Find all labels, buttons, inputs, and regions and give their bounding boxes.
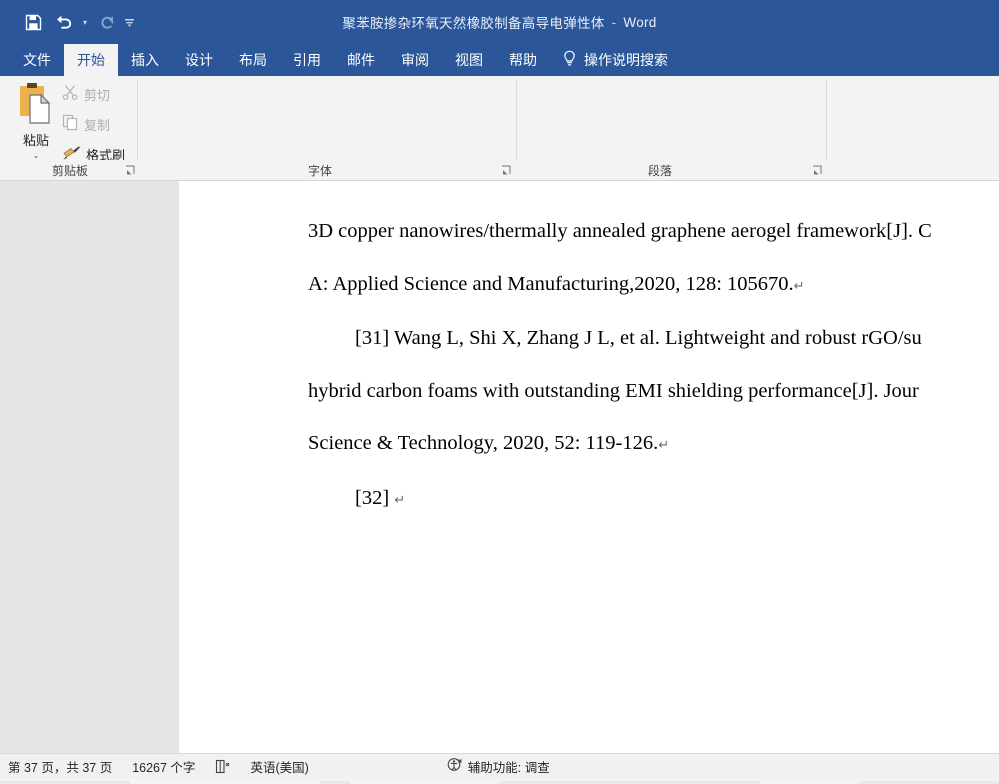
redo-icon bbox=[92, 7, 122, 37]
tab-references[interactable]: 引用 bbox=[280, 44, 334, 76]
group-label-paragraph: 段落 bbox=[610, 160, 710, 181]
tab-home[interactable]: 开始 bbox=[64, 44, 118, 76]
copy-button: 复制 bbox=[62, 113, 110, 135]
cut-label: 剪切 bbox=[84, 85, 110, 104]
proofing-errors-icon[interactable] bbox=[205, 754, 240, 779]
doc-paragraph-2: A: Applied Science and Manufacturing,202… bbox=[308, 258, 999, 313]
clipboard-dialog-launcher[interactable] bbox=[124, 164, 137, 177]
paste-label: 粘贴 bbox=[23, 130, 49, 149]
doc-paragraph-3: [31] Wang L, Shi X, Zhang J L, et al. Li… bbox=[308, 312, 999, 365]
language-indicator[interactable]: 英语(美国) bbox=[240, 754, 318, 779]
cut-button: 剪切 bbox=[62, 83, 110, 105]
pilcrow-mark: ↵ bbox=[794, 278, 805, 293]
tab-insert[interactable]: 插入 bbox=[118, 44, 172, 76]
pilcrow-mark: ↵ bbox=[658, 437, 669, 452]
window-title: 聚苯胺掺杂环氧天然橡胶制备高导电弹性体 - Word bbox=[0, 0, 999, 44]
doc-paragraph-6: [32] ↵ bbox=[308, 472, 999, 527]
app-name: Word bbox=[623, 15, 656, 30]
lightbulb-icon bbox=[562, 50, 577, 70]
tab-help[interactable]: 帮助 bbox=[496, 44, 550, 76]
quick-access-toolbar: ▾ bbox=[18, 0, 136, 44]
paste-dropdown-caret[interactable]: ⌄ bbox=[33, 151, 40, 160]
document-title: 聚苯胺掺杂环氧天然橡胶制备高导电弹性体 bbox=[342, 12, 604, 32]
doc-paragraph-5: Science & Technology, 2020, 52: 119-126.… bbox=[308, 417, 999, 472]
copy-label: 复制 bbox=[84, 115, 110, 134]
group-label-font: 字体 bbox=[260, 160, 380, 181]
paragraph-dialog-launcher[interactable] bbox=[811, 164, 824, 177]
customize-qat-caret[interactable] bbox=[122, 7, 136, 37]
paste-icon bbox=[16, 82, 56, 128]
accessibility-icon bbox=[447, 757, 463, 776]
accessibility-label: 辅助功能: 调查 bbox=[468, 757, 550, 776]
tell-me-search[interactable]: 操作说明搜索 bbox=[550, 44, 676, 76]
status-bar: 第 37 页，共 37 页 16267 个字 英语(美国) 辅助功能: 调查 bbox=[0, 753, 999, 779]
title-bar: ▾ 聚苯胺掺杂环氧天然橡胶制备高导电弹性体 - Word bbox=[0, 0, 999, 44]
word-window: ▾ 聚苯胺掺杂环氧天然橡胶制备高导电弹性体 - Word 文件 开始 插入 设计… bbox=[0, 0, 999, 784]
copy-icon bbox=[62, 114, 79, 134]
doc-paragraph-1: 3D copper nanowires/thermally annealed g… bbox=[308, 205, 999, 258]
undo-icon[interactable] bbox=[48, 7, 78, 37]
document-page[interactable]: 3D copper nanowires/thermally annealed g… bbox=[179, 181, 999, 753]
font-dialog-launcher[interactable] bbox=[500, 164, 513, 177]
tab-review[interactable]: 审阅 bbox=[388, 44, 442, 76]
tab-view[interactable]: 视图 bbox=[442, 44, 496, 76]
document-canvas[interactable]: 3D copper nanowires/thermally annealed g… bbox=[0, 181, 999, 753]
tab-layout[interactable]: 布局 bbox=[226, 44, 280, 76]
scissors-icon bbox=[62, 84, 79, 104]
document-body[interactable]: 3D copper nanowires/thermally annealed g… bbox=[308, 205, 999, 526]
undo-dropdown-caret[interactable]: ▾ bbox=[78, 7, 92, 37]
page-indicator[interactable]: 第 37 页，共 37 页 bbox=[0, 754, 122, 779]
doc-paragraph-4: hybrid carbon foams with outstanding EMI… bbox=[308, 365, 999, 418]
ribbon-group-labels: 剪贴板 字体 段落 bbox=[0, 160, 999, 181]
word-count[interactable]: 16267 个字 bbox=[122, 754, 205, 779]
pilcrow-mark: ↵ bbox=[394, 492, 405, 507]
tell-me-label: 操作说明搜索 bbox=[584, 50, 668, 70]
ribbon-tabs: 文件 开始 插入 设计 布局 引用 邮件 审阅 视图 帮助 操作说明搜索 bbox=[10, 44, 676, 76]
group-label-clipboard: 剪贴板 bbox=[30, 160, 110, 181]
tab-file[interactable]: 文件 bbox=[10, 44, 64, 76]
title-separator: - bbox=[605, 15, 624, 30]
tab-mailings[interactable]: 邮件 bbox=[334, 44, 388, 76]
tab-design[interactable]: 设计 bbox=[172, 44, 226, 76]
accessibility-indicator[interactable]: 辅助功能: 调查 bbox=[437, 754, 560, 779]
ribbon-tab-bar: 文件 开始 插入 设计 布局 引用 邮件 审阅 视图 帮助 操作说明搜索 bbox=[0, 44, 999, 76]
save-icon[interactable] bbox=[18, 7, 48, 37]
